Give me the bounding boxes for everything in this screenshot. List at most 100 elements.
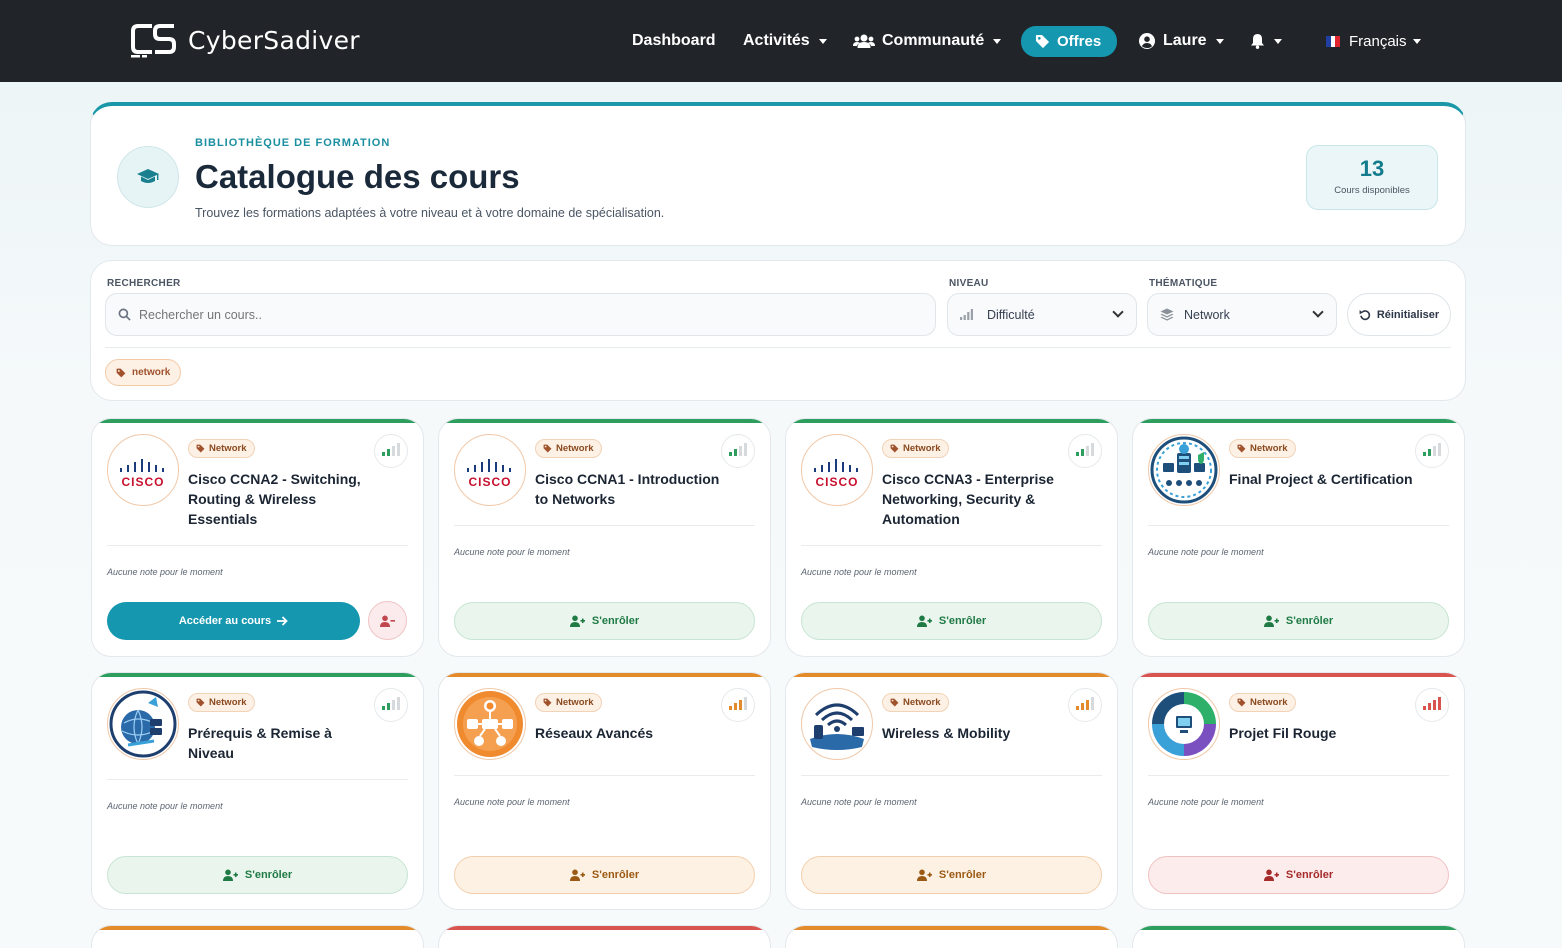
tag-icon: [1237, 698, 1246, 707]
signal-bars-icon: [960, 309, 973, 320]
level-select[interactable]: Difficulté: [947, 293, 1137, 336]
undo-icon: [1359, 309, 1370, 320]
difficulty-bars-icon: [374, 688, 408, 722]
course-card[interactable]: Network Réseaux Avancés Aucune note pour…: [438, 672, 771, 910]
course-card[interactable]: Network Final Project & Certification Au…: [1132, 418, 1465, 657]
enroll-label: S'enrôler: [591, 615, 640, 627]
course-title[interactable]: Final Project & Certification: [1229, 469, 1419, 489]
tag-icon: [116, 368, 126, 377]
card-divider: [454, 775, 755, 776]
globe-logo: [107, 688, 179, 760]
course-count-label: Cours disponibles: [1334, 185, 1410, 196]
wireless-logo: [801, 688, 873, 760]
category-label: Network: [903, 697, 941, 708]
course-card[interactable]: Network Projet Fil Rouge Aucune note pou…: [1132, 672, 1465, 910]
enroll-label: S'enrôler: [938, 869, 987, 881]
user-plus-icon: [222, 869, 238, 881]
enroll-button[interactable]: S'enrôler: [107, 856, 408, 894]
nav-notifications[interactable]: [1250, 26, 1282, 56]
course-card[interactable]: CISCO Network Cisco CCNA1 - Introduction…: [438, 418, 771, 657]
chevron-down-icon: [818, 38, 827, 44]
difficulty-bars-icon: [721, 688, 755, 722]
access-course-button[interactable]: Accéder au cours: [107, 602, 360, 640]
enroll-label: S'enrôler: [1285, 869, 1334, 881]
tag-icon: [543, 444, 552, 453]
nav-activities-label: Activités: [743, 32, 810, 49]
level-color-bar: [92, 419, 423, 423]
nav-community[interactable]: Communauté: [853, 26, 1002, 56]
search-label: RECHERCHER: [107, 278, 181, 289]
course-count-number: 13: [1359, 156, 1385, 181]
card-divider: [1148, 775, 1449, 776]
level-color-bar: [439, 926, 770, 930]
course-card[interactable]: [1132, 925, 1465, 948]
level-color-bar: [786, 926, 1117, 930]
course-title[interactable]: Réseaux Avancés: [535, 723, 725, 743]
chevron-down-icon: [1312, 306, 1324, 318]
category-label: Network: [556, 443, 594, 454]
enroll-label: S'enrôler: [591, 869, 640, 881]
enroll-button[interactable]: S'enrôler: [801, 602, 1102, 640]
nav-dashboard[interactable]: Dashboard: [632, 26, 716, 56]
nav-language-label: Français: [1349, 32, 1407, 50]
course-title[interactable]: Prérequis & Remise à Niveau: [188, 723, 378, 763]
course-title[interactable]: Cisco CCNA3 - Enterprise Networking, Sec…: [882, 469, 1072, 529]
course-card[interactable]: [785, 925, 1118, 948]
unenroll-button[interactable]: [368, 601, 407, 640]
nav-offers-button[interactable]: Offres: [1021, 26, 1118, 57]
level-color-bar: [439, 419, 770, 423]
enroll-button[interactable]: S'enrôler: [454, 602, 755, 640]
nav-user-menu[interactable]: Laure: [1139, 26, 1224, 56]
search-input[interactable]: [139, 307, 899, 322]
bell-icon: [1251, 34, 1264, 49]
brand-link[interactable]: CyberSadiver: [130, 20, 360, 60]
reset-label: Réinitialiser: [1376, 308, 1440, 321]
arrow-right-icon: [277, 616, 288, 626]
catalog-header: BIBLIOTHÈQUE DE FORMATION Catalogue des …: [90, 102, 1466, 246]
category-badge: Network: [882, 693, 950, 712]
course-card[interactable]: [91, 925, 424, 948]
tag-icon: [890, 698, 899, 707]
enroll-label: S'enrôler: [244, 869, 293, 881]
course-title[interactable]: Wireless & Mobility: [882, 723, 1072, 743]
rating-text: Aucune note pour le moment: [1148, 547, 1264, 557]
reset-button[interactable]: Réinitialiser: [1347, 293, 1451, 336]
nav-offers-label: Offres: [1057, 33, 1102, 50]
course-title[interactable]: Cisco CCNA2 - Switching, Routing & Wirel…: [188, 469, 378, 529]
users-icon: [853, 34, 875, 48]
difficulty-bars-icon: [374, 434, 408, 468]
difficulty-bars-icon: [1068, 688, 1102, 722]
enroll-button[interactable]: S'enrôler: [801, 856, 1102, 894]
level-color-bar: [786, 673, 1117, 677]
layers-icon: [1160, 308, 1174, 321]
tag-icon: [890, 444, 899, 453]
enroll-button[interactable]: S'enrôler: [454, 856, 755, 894]
enroll-button[interactable]: S'enrôler: [1148, 856, 1449, 894]
course-count-box: 13 Cours disponibles: [1306, 145, 1438, 210]
course-card[interactable]: CISCO Network Cisco CCNA2 - Switching, R…: [91, 418, 424, 657]
course-title[interactable]: Projet Fil Rouge: [1229, 723, 1419, 743]
theme-select[interactable]: Network: [1147, 293, 1337, 336]
enroll-label: S'enrôler: [1285, 615, 1334, 627]
card-divider: [454, 525, 755, 526]
course-card[interactable]: [438, 925, 771, 948]
active-filter-tag[interactable]: network: [105, 359, 182, 386]
course-card[interactable]: CISCO Network Cisco CCNA3 - Enterprise N…: [785, 418, 1118, 657]
tag-icon: [196, 698, 205, 707]
tag-icon: [196, 444, 205, 453]
nav-activities[interactable]: Activités: [743, 26, 827, 56]
category-badge: Network: [188, 439, 256, 458]
rating-text: Aucune note pour le moment: [107, 567, 223, 577]
nav-language[interactable]: Français: [1326, 26, 1421, 56]
page-subtitle: Trouvez les formations adaptées à votre …: [195, 206, 665, 220]
rating-text: Aucune note pour le moment: [107, 801, 223, 811]
course-card[interactable]: Network Wireless & Mobility Aucune note …: [785, 672, 1118, 910]
level-color-bar: [92, 926, 423, 930]
rating-text: Aucune note pour le moment: [454, 547, 570, 557]
enroll-button[interactable]: S'enrôler: [1148, 602, 1449, 640]
chevron-down-icon: [1112, 306, 1124, 318]
course-card[interactable]: Network Prérequis & Remise à Niveau Aucu…: [91, 672, 424, 910]
brand-name: CyberSadiver: [188, 25, 360, 55]
course-title[interactable]: Cisco CCNA1 - Introduction to Networks: [535, 469, 725, 509]
search-field[interactable]: [105, 293, 936, 336]
